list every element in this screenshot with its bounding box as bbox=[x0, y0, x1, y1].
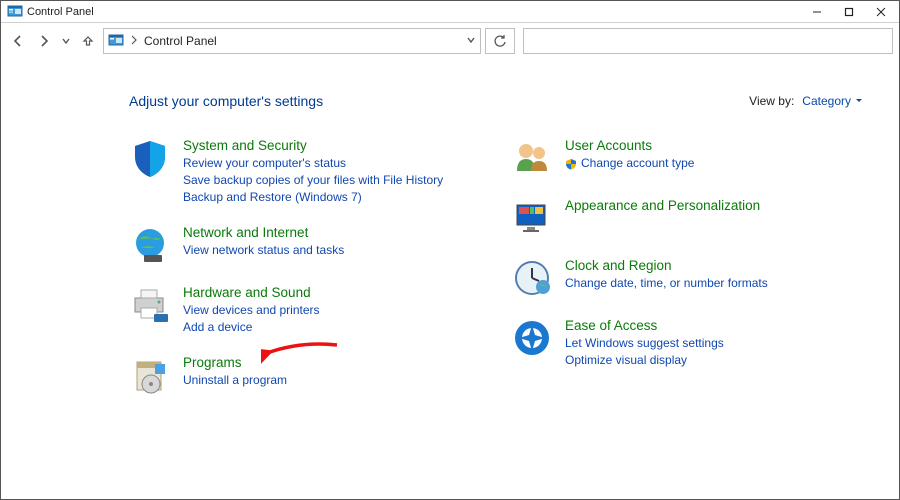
uac-shield-icon bbox=[565, 158, 577, 170]
category-appearance-personalization: Appearance and Personalization bbox=[511, 197, 863, 239]
category-link[interactable]: Change account type bbox=[565, 155, 694, 172]
category-link[interactable]: Add a device bbox=[183, 319, 320, 336]
category-user-accounts: User Accounts Change account type bbox=[511, 137, 863, 179]
category-title[interactable]: User Accounts bbox=[565, 137, 694, 155]
category-link[interactable]: Review your computer's status bbox=[183, 155, 443, 172]
monitor-icon bbox=[511, 197, 553, 239]
category-link[interactable]: Change date, time, or number formats bbox=[565, 275, 768, 292]
category-title[interactable]: Network and Internet bbox=[183, 224, 344, 242]
category-title[interactable]: Programs bbox=[183, 354, 287, 372]
category-link[interactable]: View network status and tasks bbox=[183, 242, 344, 259]
software-box-icon bbox=[129, 354, 171, 396]
category-link[interactable]: Uninstall a program bbox=[183, 372, 287, 389]
view-by-selector[interactable]: View by: Category bbox=[749, 94, 863, 108]
category-title[interactable]: Hardware and Sound bbox=[183, 284, 320, 302]
control-panel-icon bbox=[108, 34, 124, 48]
refresh-button[interactable] bbox=[485, 28, 515, 54]
category-link[interactable]: View devices and printers bbox=[183, 302, 320, 319]
category-link[interactable]: Optimize visual display bbox=[565, 352, 724, 369]
forward-button[interactable] bbox=[33, 30, 55, 52]
printer-icon bbox=[129, 284, 171, 326]
people-icon bbox=[511, 137, 553, 179]
window-title: Control Panel bbox=[27, 6, 94, 18]
view-by-value: Category bbox=[802, 94, 851, 108]
control-panel-icon bbox=[7, 5, 23, 19]
address-bar[interactable]: Control Panel bbox=[103, 28, 481, 54]
category-ease-of-access: Ease of Access Let Windows suggest setti… bbox=[511, 317, 863, 369]
category-programs: Programs Uninstall a program bbox=[129, 354, 481, 396]
category-link[interactable]: Let Windows suggest settings bbox=[565, 335, 724, 352]
ease-of-access-icon bbox=[511, 317, 553, 359]
recent-locations-button[interactable] bbox=[59, 30, 73, 52]
category-title[interactable]: Appearance and Personalization bbox=[565, 197, 760, 215]
page-heading: Adjust your computer's settings bbox=[129, 93, 323, 109]
content-area: Adjust your computer's settings View by:… bbox=[1, 61, 899, 499]
close-button[interactable] bbox=[865, 1, 897, 23]
clock-icon bbox=[511, 257, 553, 299]
category-system-security: System and Security Review your computer… bbox=[129, 137, 481, 206]
category-title[interactable]: Ease of Access bbox=[565, 317, 724, 335]
up-button[interactable] bbox=[77, 30, 99, 52]
back-button[interactable] bbox=[7, 30, 29, 52]
view-by-label: View by: bbox=[749, 94, 794, 108]
globe-icon bbox=[129, 224, 171, 266]
category-link[interactable]: Save backup copies of your files with Fi… bbox=[183, 172, 443, 189]
nav-toolbar: Control Panel bbox=[1, 23, 899, 61]
minimize-button[interactable] bbox=[801, 1, 833, 23]
chevron-right-icon bbox=[130, 34, 138, 48]
category-network-internet: Network and Internet View network status… bbox=[129, 224, 481, 266]
category-hardware-sound: Hardware and Sound View devices and prin… bbox=[129, 284, 481, 336]
category-clock-region: Clock and Region Change date, time, or n… bbox=[511, 257, 863, 299]
category-link[interactable]: Backup and Restore (Windows 7) bbox=[183, 189, 443, 206]
category-title[interactable]: Clock and Region bbox=[565, 257, 768, 275]
search-input[interactable] bbox=[523, 28, 893, 54]
category-title[interactable]: System and Security bbox=[183, 137, 443, 155]
chevron-down-icon bbox=[855, 97, 863, 105]
address-dropdown[interactable] bbox=[466, 34, 476, 48]
shield-icon bbox=[129, 137, 171, 179]
titlebar: Control Panel bbox=[1, 1, 899, 23]
address-location: Control Panel bbox=[144, 34, 217, 48]
maximize-button[interactable] bbox=[833, 1, 865, 23]
